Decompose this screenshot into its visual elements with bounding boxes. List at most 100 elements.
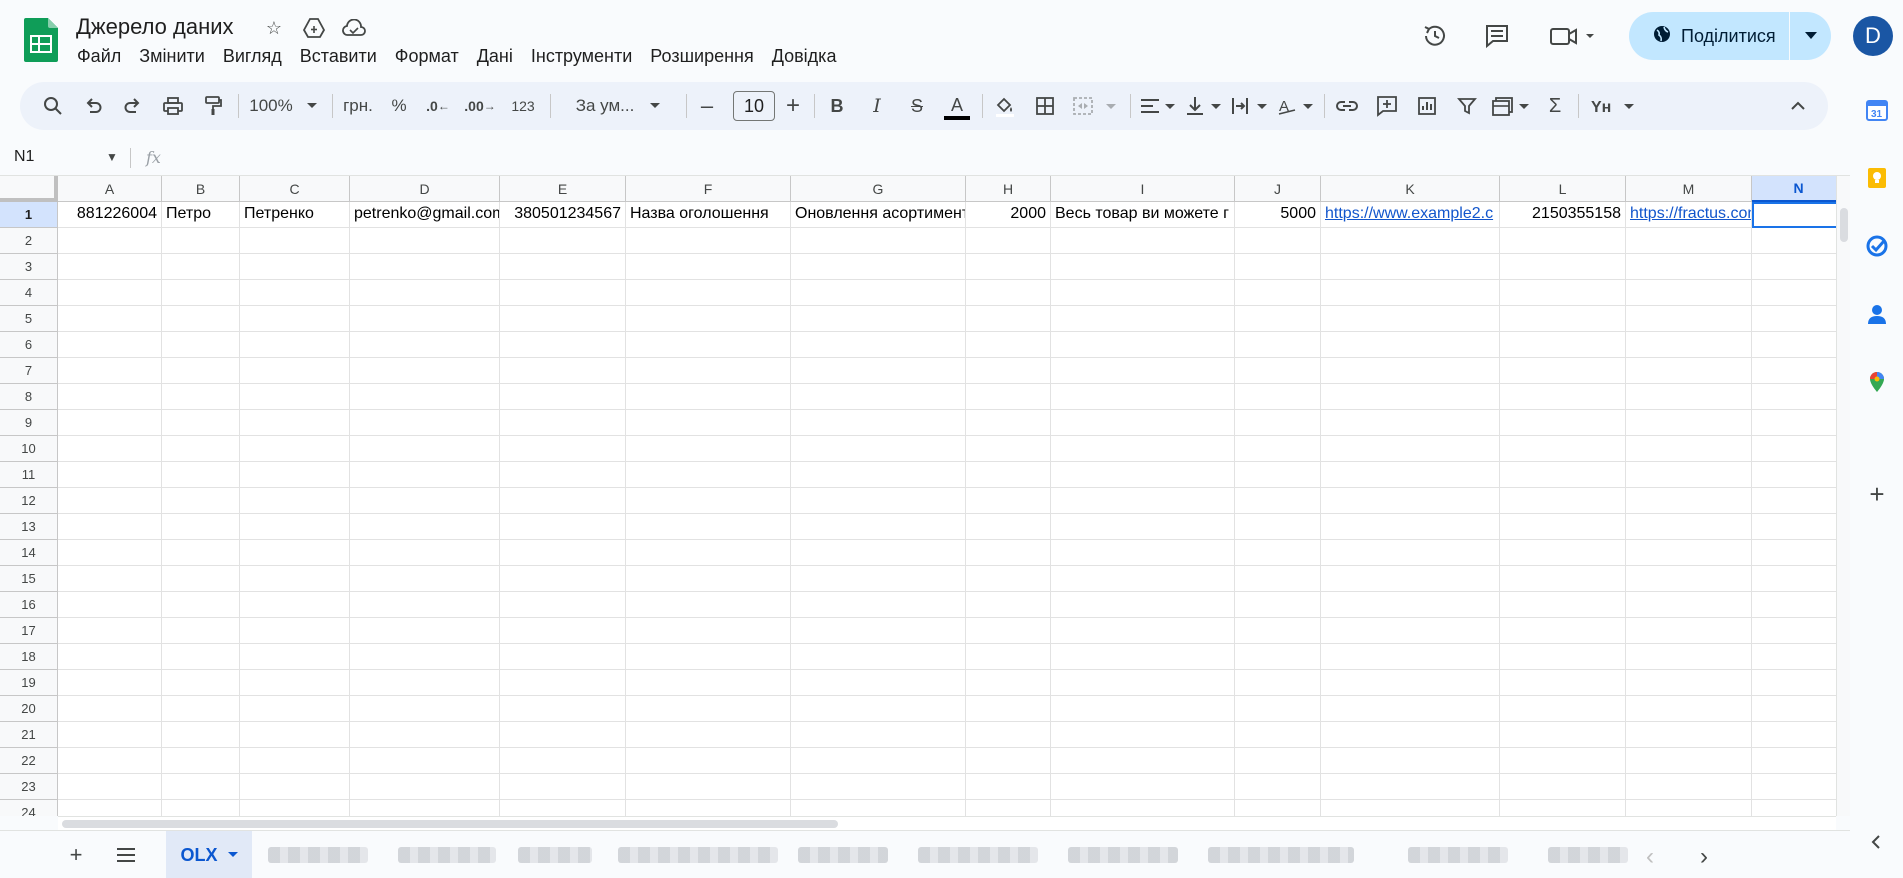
grid-cell[interactable] (162, 410, 240, 436)
grid-cell[interactable] (58, 358, 162, 384)
grid-cell[interactable] (791, 774, 966, 800)
grid-cell[interactable] (1051, 618, 1235, 644)
grid-cell[interactable] (1626, 566, 1752, 592)
grid-cell[interactable] (58, 280, 162, 306)
grid-cell[interactable] (1235, 618, 1321, 644)
grid-cell[interactable]: Оновлення асортименту (791, 202, 966, 228)
grid-cell[interactable] (1752, 644, 1846, 670)
grid-cell[interactable] (240, 618, 350, 644)
grid-cell[interactable] (1626, 774, 1752, 800)
sheet-tab-blurred[interactable] (518, 847, 592, 863)
grid-cell[interactable] (1626, 462, 1752, 488)
row-header[interactable]: 19 (0, 670, 58, 696)
grid-cell[interactable] (500, 410, 626, 436)
grid-cell[interactable] (350, 384, 500, 410)
grid-cell[interactable] (1321, 410, 1500, 436)
grid-cell[interactable] (626, 514, 791, 540)
font-size-input[interactable]: 10 (733, 91, 775, 121)
grid-cell[interactable] (1235, 332, 1321, 358)
grid-cell[interactable] (1235, 488, 1321, 514)
grid-cell[interactable] (791, 358, 966, 384)
expand-panel-icon[interactable] (1863, 828, 1891, 856)
grid-cell[interactable] (1500, 670, 1626, 696)
grid-cell[interactable] (350, 514, 500, 540)
grid-cell[interactable] (1235, 254, 1321, 280)
grid-cell[interactable] (240, 670, 350, 696)
grid-cell[interactable] (240, 566, 350, 592)
grid-cell[interactable] (1500, 410, 1626, 436)
grid-cell[interactable] (350, 410, 500, 436)
decrease-decimals-button[interactable]: .0 ← (420, 82, 456, 130)
grid-cell[interactable] (1626, 306, 1752, 332)
grid-cell[interactable] (791, 462, 966, 488)
grid-cell[interactable] (1752, 410, 1846, 436)
row-header[interactable]: 16 (0, 592, 58, 618)
grid-cell[interactable] (1321, 436, 1500, 462)
grid-cell[interactable] (58, 306, 162, 332)
sheet-tab-blurred[interactable] (268, 847, 368, 863)
history-icon[interactable] (1420, 22, 1450, 50)
sheet-tab-blurred[interactable] (798, 847, 888, 863)
grid-cell[interactable] (162, 306, 240, 332)
grid-cell[interactable] (966, 462, 1051, 488)
grid-cell[interactable]: Петренко (240, 202, 350, 228)
grid-cell[interactable] (626, 358, 791, 384)
grid-cell[interactable] (1051, 514, 1235, 540)
grid-cell[interactable] (162, 592, 240, 618)
grid-cell[interactable] (1235, 670, 1321, 696)
grid-cell[interactable] (240, 722, 350, 748)
grid-cell[interactable] (966, 644, 1051, 670)
grid-cell[interactable] (1051, 800, 1235, 816)
meet-video-icon[interactable] (1548, 22, 1598, 50)
grid-cell[interactable] (500, 514, 626, 540)
grid-cell[interactable] (966, 722, 1051, 748)
grid-cell[interactable] (1051, 696, 1235, 722)
grid-cell[interactable] (791, 332, 966, 358)
row-header[interactable]: 5 (0, 306, 58, 332)
grid-cell[interactable] (791, 800, 966, 816)
grid-cell[interactable] (966, 566, 1051, 592)
undo-icon[interactable] (78, 82, 108, 130)
grid-cell[interactable] (1051, 332, 1235, 358)
row-header[interactable]: 12 (0, 488, 58, 514)
sheet-tab-active[interactable]: OLX (166, 831, 252, 878)
sheet-tab-blurred[interactable] (398, 847, 496, 863)
grid-cell[interactable] (791, 722, 966, 748)
sheet-tab-blurred[interactable] (1208, 847, 1354, 863)
grid-cell[interactable] (240, 800, 350, 816)
row-header[interactable]: 9 (0, 410, 58, 436)
insert-chart-icon[interactable] (1410, 82, 1444, 130)
grid-cell[interactable] (240, 514, 350, 540)
italic-button[interactable]: I (860, 82, 894, 130)
grid-cell[interactable] (1321, 332, 1500, 358)
grid-cell[interactable] (58, 644, 162, 670)
grid-cell[interactable] (500, 618, 626, 644)
row-header[interactable]: 24 (0, 800, 58, 816)
grid-cell[interactable] (626, 774, 791, 800)
row-header[interactable]: 13 (0, 514, 58, 540)
grid-cell[interactable] (1626, 670, 1752, 696)
grid-cell[interactable] (1500, 358, 1626, 384)
grid-cell[interactable] (626, 644, 791, 670)
grid-cell[interactable]: petrenko@gmail.com (350, 202, 500, 228)
grid-cell[interactable] (1321, 592, 1500, 618)
grid-cell[interactable] (626, 254, 791, 280)
insert-comment-icon[interactable] (1370, 82, 1404, 130)
grid-cell[interactable] (1235, 644, 1321, 670)
grid-cell[interactable] (1235, 514, 1321, 540)
column-header[interactable]: H (966, 176, 1051, 202)
grid-cell[interactable] (350, 540, 500, 566)
move-to-drive-icon[interactable] (300, 14, 328, 42)
menu-help[interactable]: Довідка (763, 44, 846, 69)
menu-file[interactable]: Файл (68, 44, 130, 69)
keep-icon[interactable] (1863, 164, 1891, 192)
grid-cell[interactable] (1051, 254, 1235, 280)
grid-cell[interactable] (966, 332, 1051, 358)
grid-cell[interactable] (1321, 670, 1500, 696)
grid-cell[interactable] (240, 644, 350, 670)
column-header[interactable]: G (791, 176, 966, 202)
grid-cell[interactable] (966, 488, 1051, 514)
grid-cell[interactable] (162, 696, 240, 722)
grid-cell[interactable] (500, 488, 626, 514)
grid-cell[interactable] (500, 280, 626, 306)
